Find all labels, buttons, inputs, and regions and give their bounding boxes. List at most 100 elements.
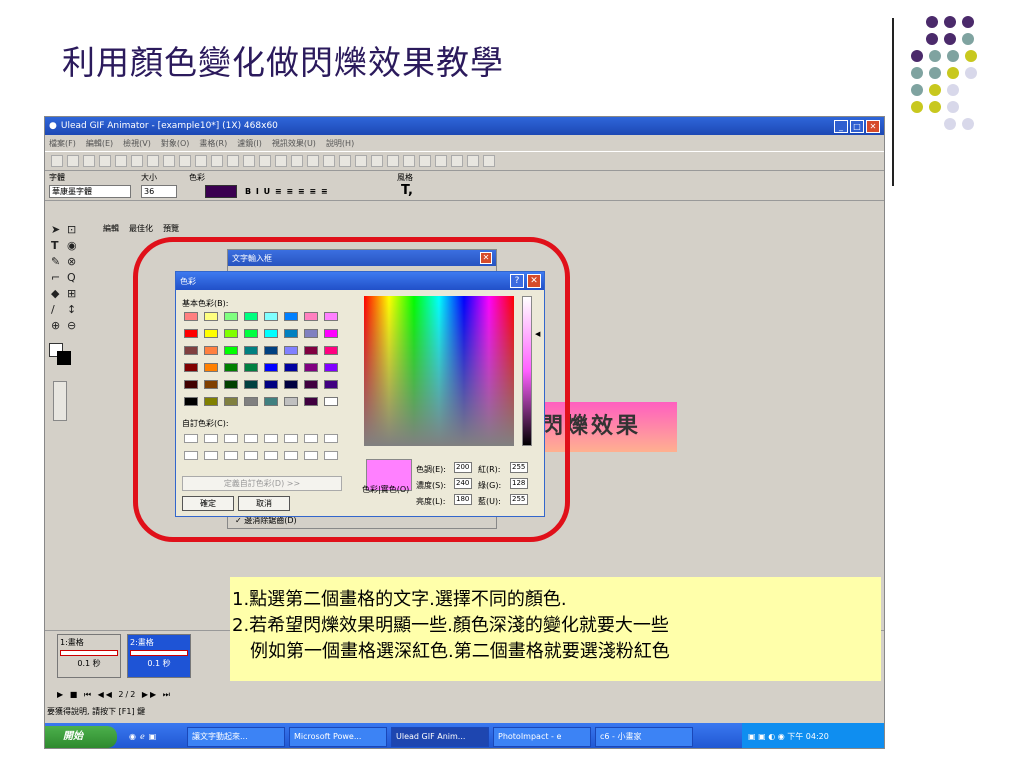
toolbar-button-icon[interactable] [243, 155, 255, 167]
font-select[interactable]: 華康墨字體 [49, 185, 131, 198]
palette-panel-handle[interactable] [53, 381, 67, 421]
fill-tool-icon[interactable]: ◆ [51, 287, 59, 300]
menu-item[interactable]: 檔案(F) [49, 138, 76, 149]
decorative-dot [965, 67, 977, 79]
magic-wand-icon[interactable]: Q [67, 271, 76, 284]
font-label: 字體 [49, 173, 65, 182]
frame-label: 2:畫格 [130, 638, 154, 647]
dropper-tool-icon[interactable]: ⌐ [51, 271, 60, 284]
toolbar-button-icon[interactable] [419, 155, 431, 167]
note-line: 1.點選第二個畫格的文字.選擇不同的顏色. [232, 589, 567, 610]
decorative-dot [926, 33, 938, 45]
toolbar-button-icon[interactable] [259, 155, 271, 167]
transform-tool-icon[interactable]: ↕ [67, 303, 76, 316]
menu-item[interactable]: 編輯(E) [86, 138, 113, 149]
start-button[interactable]: 開始 [45, 725, 117, 748]
instruction-note: 1.點選第二個畫格的文字.選擇不同的顏色. 2.若希望閃爍效果明顯一些.顏色深淺… [230, 577, 881, 681]
toolbar-button-icon[interactable] [435, 155, 447, 167]
toolbar-button-icon[interactable] [403, 155, 415, 167]
last-frame-icon[interactable]: ⏭ [163, 690, 172, 699]
toolbar-button-icon[interactable] [467, 155, 479, 167]
toolbar-button-icon[interactable] [371, 155, 383, 167]
menu-item[interactable]: 說明(H) [326, 138, 354, 149]
toolbar-button-icon[interactable] [483, 155, 495, 167]
media-icon[interactable]: ▣ [149, 732, 161, 741]
text-tool-icon[interactable]: T [51, 239, 59, 252]
pointer-tool-icon[interactable]: ➤ [51, 223, 60, 236]
toolbar-button-icon[interactable] [163, 155, 175, 167]
zoom-in-icon[interactable]: ⊕ [51, 319, 60, 332]
marquee-tool-icon[interactable]: ⊡ [67, 223, 76, 236]
pen-tool-icon[interactable]: / [51, 303, 55, 316]
text-color-swatch[interactable] [205, 185, 237, 198]
foreground-color-swatch[interactable] [57, 351, 71, 365]
taskbar-item[interactable]: Ulead GIF Anim... [391, 726, 489, 747]
toolbar-button-icon[interactable] [307, 155, 319, 167]
frame-thumbnail[interactable]: 2:畫格 0.1 秒 [127, 634, 191, 678]
toolbar-button-icon[interactable] [179, 155, 191, 167]
toolbar-button-icon[interactable] [51, 155, 63, 167]
decorative-dot [944, 16, 956, 28]
lasso-tool-icon[interactable]: ⊗ [67, 255, 76, 268]
menu-item[interactable]: 濾鏡(I) [237, 138, 262, 149]
ie-icon[interactable]: ℯ [140, 732, 149, 741]
note-line: 例如第一個畫格選深紅色.第二個畫格就要選淺粉紅色 [250, 641, 670, 662]
toolbar-button-icon[interactable] [227, 155, 239, 167]
toolbar-button-icon[interactable] [99, 155, 111, 167]
toolbar-button-icon[interactable] [355, 155, 367, 167]
maximize-button[interactable]: □ [850, 119, 864, 133]
menu-item[interactable]: 對象(O) [161, 138, 190, 149]
toolbar-button-icon[interactable] [195, 155, 207, 167]
toolbar-button-icon[interactable] [451, 155, 463, 167]
decorative-dot [947, 67, 959, 79]
minimize-button[interactable]: _ [834, 119, 848, 133]
format-buttons[interactable]: B I U ≡ ≡ ≡ ≡ ≡ [245, 187, 329, 196]
frame-thumbnail[interactable]: 1:畫格 0.1 秒 [57, 634, 121, 678]
menu-item[interactable]: 視訊效果(U) [272, 138, 316, 149]
status-bar: 要獲得說明, 請按下 [F1] 鍵 [47, 707, 146, 716]
desktop-icon[interactable]: ◉ [129, 732, 140, 741]
toolbar-button-icon[interactable] [115, 155, 127, 167]
toolbar-button-icon[interactable] [131, 155, 143, 167]
size-select[interactable]: 36 [141, 185, 177, 198]
eraser-tool-icon[interactable]: ◉ [67, 239, 77, 252]
zoom-out-icon[interactable]: ⊖ [67, 319, 76, 332]
decorative-dot [944, 118, 956, 130]
tab-optimize[interactable]: 最佳化 [129, 223, 153, 234]
crop-tool-icon[interactable]: ⊞ [67, 287, 76, 300]
prev-frame-icon[interactable]: ◀◀ [98, 690, 114, 699]
menu-item[interactable]: 檢視(V) [123, 138, 151, 149]
main-toolbar [45, 151, 884, 171]
decorative-dot [929, 84, 941, 96]
tab-edit[interactable]: 編輯 [103, 223, 119, 234]
toolbar-button-icon[interactable] [323, 155, 335, 167]
close-button[interactable]: ✕ [866, 119, 880, 133]
brush-tool-icon[interactable]: ✎ [51, 255, 60, 268]
toolbar-button-icon[interactable] [339, 155, 351, 167]
text-style-button[interactable]: T, [401, 183, 413, 198]
toolbar-button-icon[interactable] [147, 155, 159, 167]
vertical-divider [892, 18, 894, 186]
toolbar-button-icon[interactable] [67, 155, 79, 167]
decorative-dot [962, 33, 974, 45]
play-icon[interactable]: ▶ [57, 690, 65, 699]
taskbar-item[interactable]: c6 - 小畫家 [595, 726, 693, 747]
toolbar-button-icon[interactable] [83, 155, 95, 167]
toolbar-button-icon[interactable] [275, 155, 287, 167]
decorative-dot [965, 50, 977, 62]
toolbar-button-icon[interactable] [291, 155, 303, 167]
tab-preview[interactable]: 預覽 [163, 223, 179, 234]
toolbar-button-icon[interactable] [387, 155, 399, 167]
taskbar-item[interactable]: 讓文字動起來... [187, 726, 285, 747]
decorative-dot [947, 50, 959, 62]
tray-icons[interactable]: ▣ ▣ ◐ ◉ [748, 732, 785, 741]
toolbar-button-icon[interactable] [211, 155, 223, 167]
taskbar-item[interactable]: PhotoImpact - e [493, 726, 591, 747]
next-frame-icon[interactable]: ▶▶ [142, 690, 158, 699]
decorative-dot [911, 67, 923, 79]
menu-item[interactable]: 畫格(R) [199, 138, 227, 149]
first-frame-icon[interactable]: ⏮ [84, 690, 93, 699]
stop-icon[interactable]: ■ [70, 690, 80, 699]
taskbar-item[interactable]: Microsoft Powe... [289, 726, 387, 747]
decorative-dot [947, 101, 959, 113]
